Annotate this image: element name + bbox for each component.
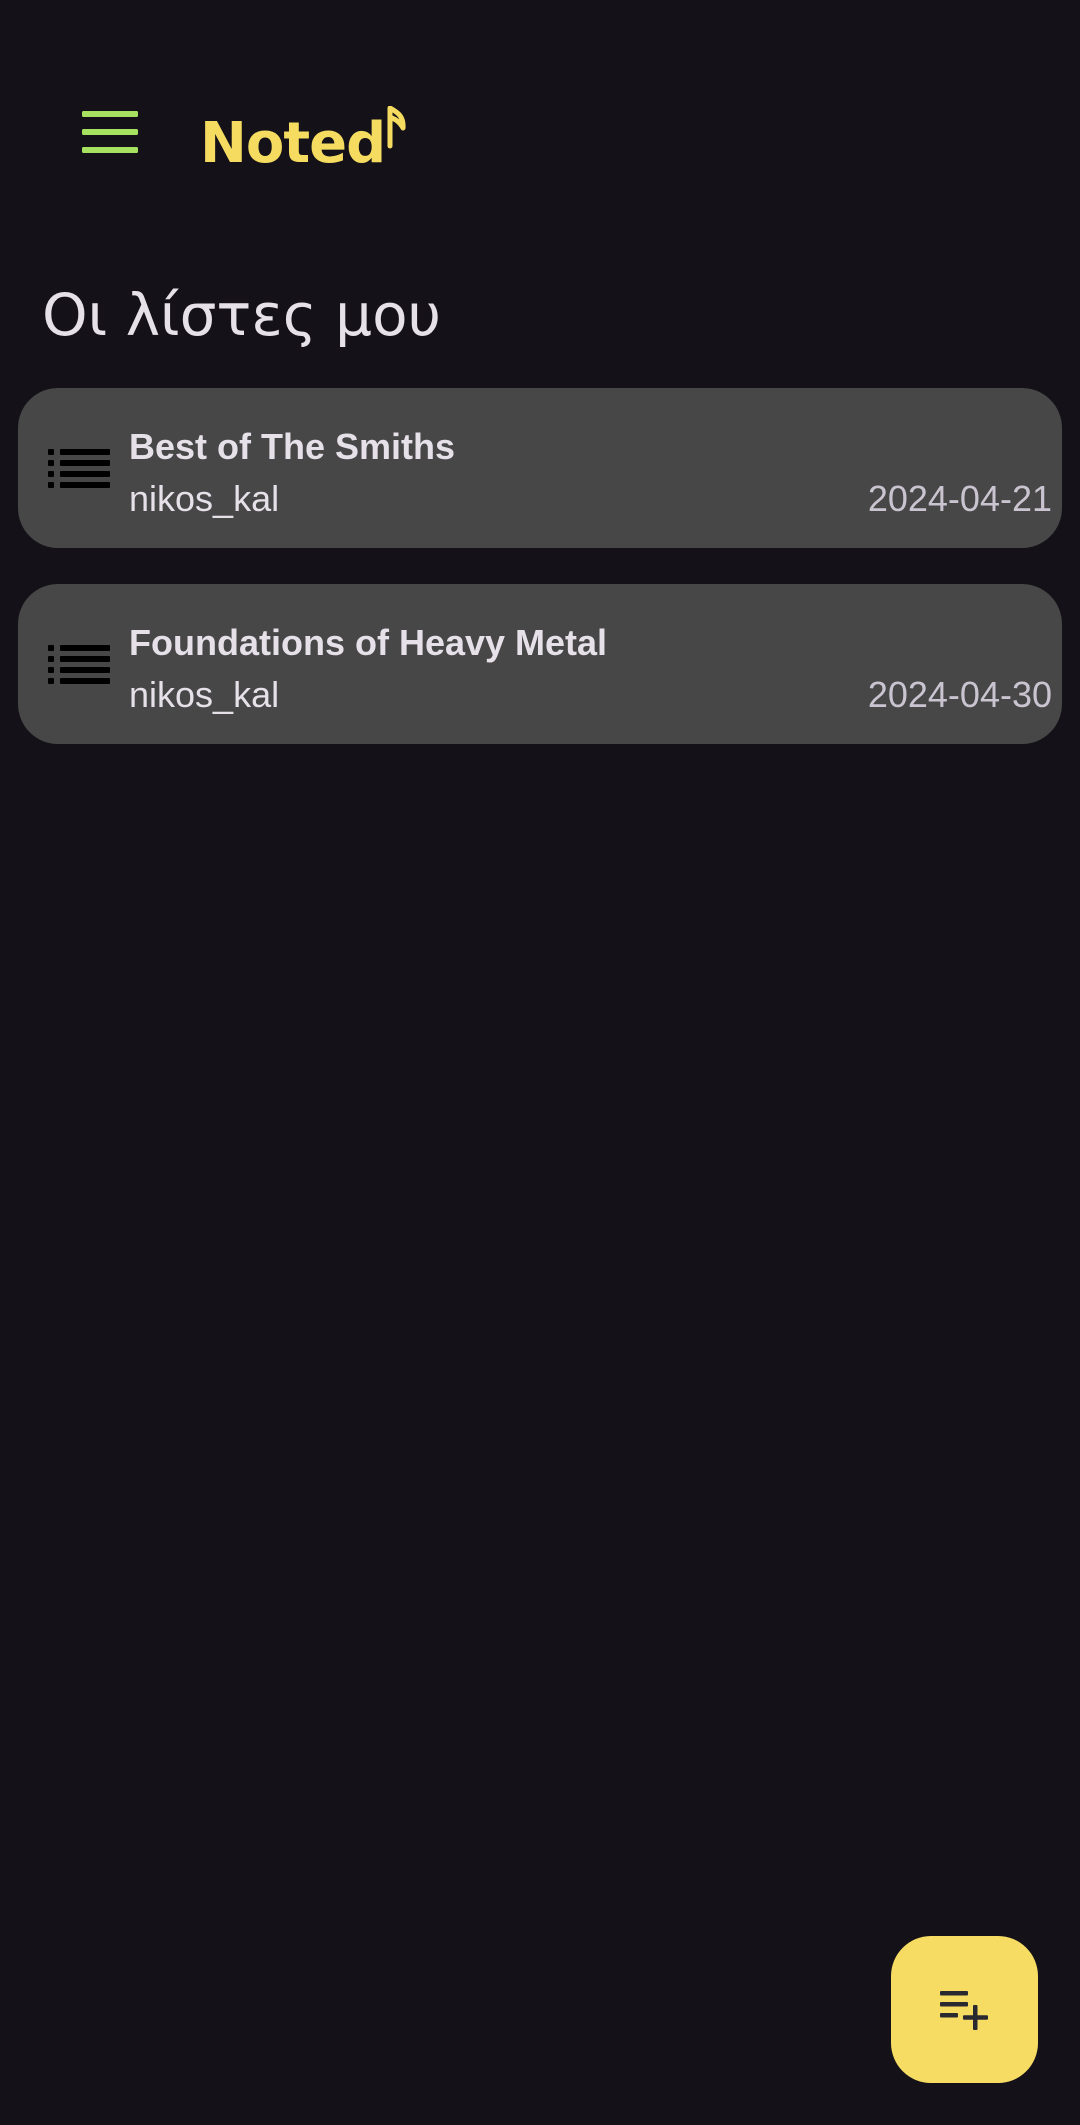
hamburger-menu-icon (82, 111, 138, 153)
list-owner: nikos_kal (129, 478, 280, 519)
list-name: Best of The Smiths (129, 426, 456, 467)
list-item[interactable]: Best of The Smiths nikos_kal 2024-04-21 (18, 388, 1062, 548)
playlist-add-icon (939, 1990, 988, 2030)
app-logo-text: Noted (200, 111, 386, 176)
list-date: 2024-04-30 (867, 674, 1052, 715)
lists-container: Best of The Smiths nikos_kal 2024-04-21 … (18, 388, 1062, 780)
list-icon (48, 449, 110, 488)
list-date: 2024-04-21 (867, 478, 1052, 519)
list-item[interactable]: Foundations of Heavy Metal nikos_kal 202… (18, 584, 1062, 744)
menu-button[interactable] (60, 90, 160, 174)
list-name: Foundations of Heavy Metal (129, 622, 608, 663)
app-logo: Noted (200, 92, 407, 172)
music-note-icon (387, 106, 406, 149)
add-list-fab[interactable] (891, 1936, 1038, 2083)
list-icon (48, 645, 110, 684)
top-app-bar: Noted (0, 0, 1080, 260)
page-title: Οι λίστες μου (42, 281, 442, 349)
list-owner: nikos_kal (129, 674, 280, 715)
